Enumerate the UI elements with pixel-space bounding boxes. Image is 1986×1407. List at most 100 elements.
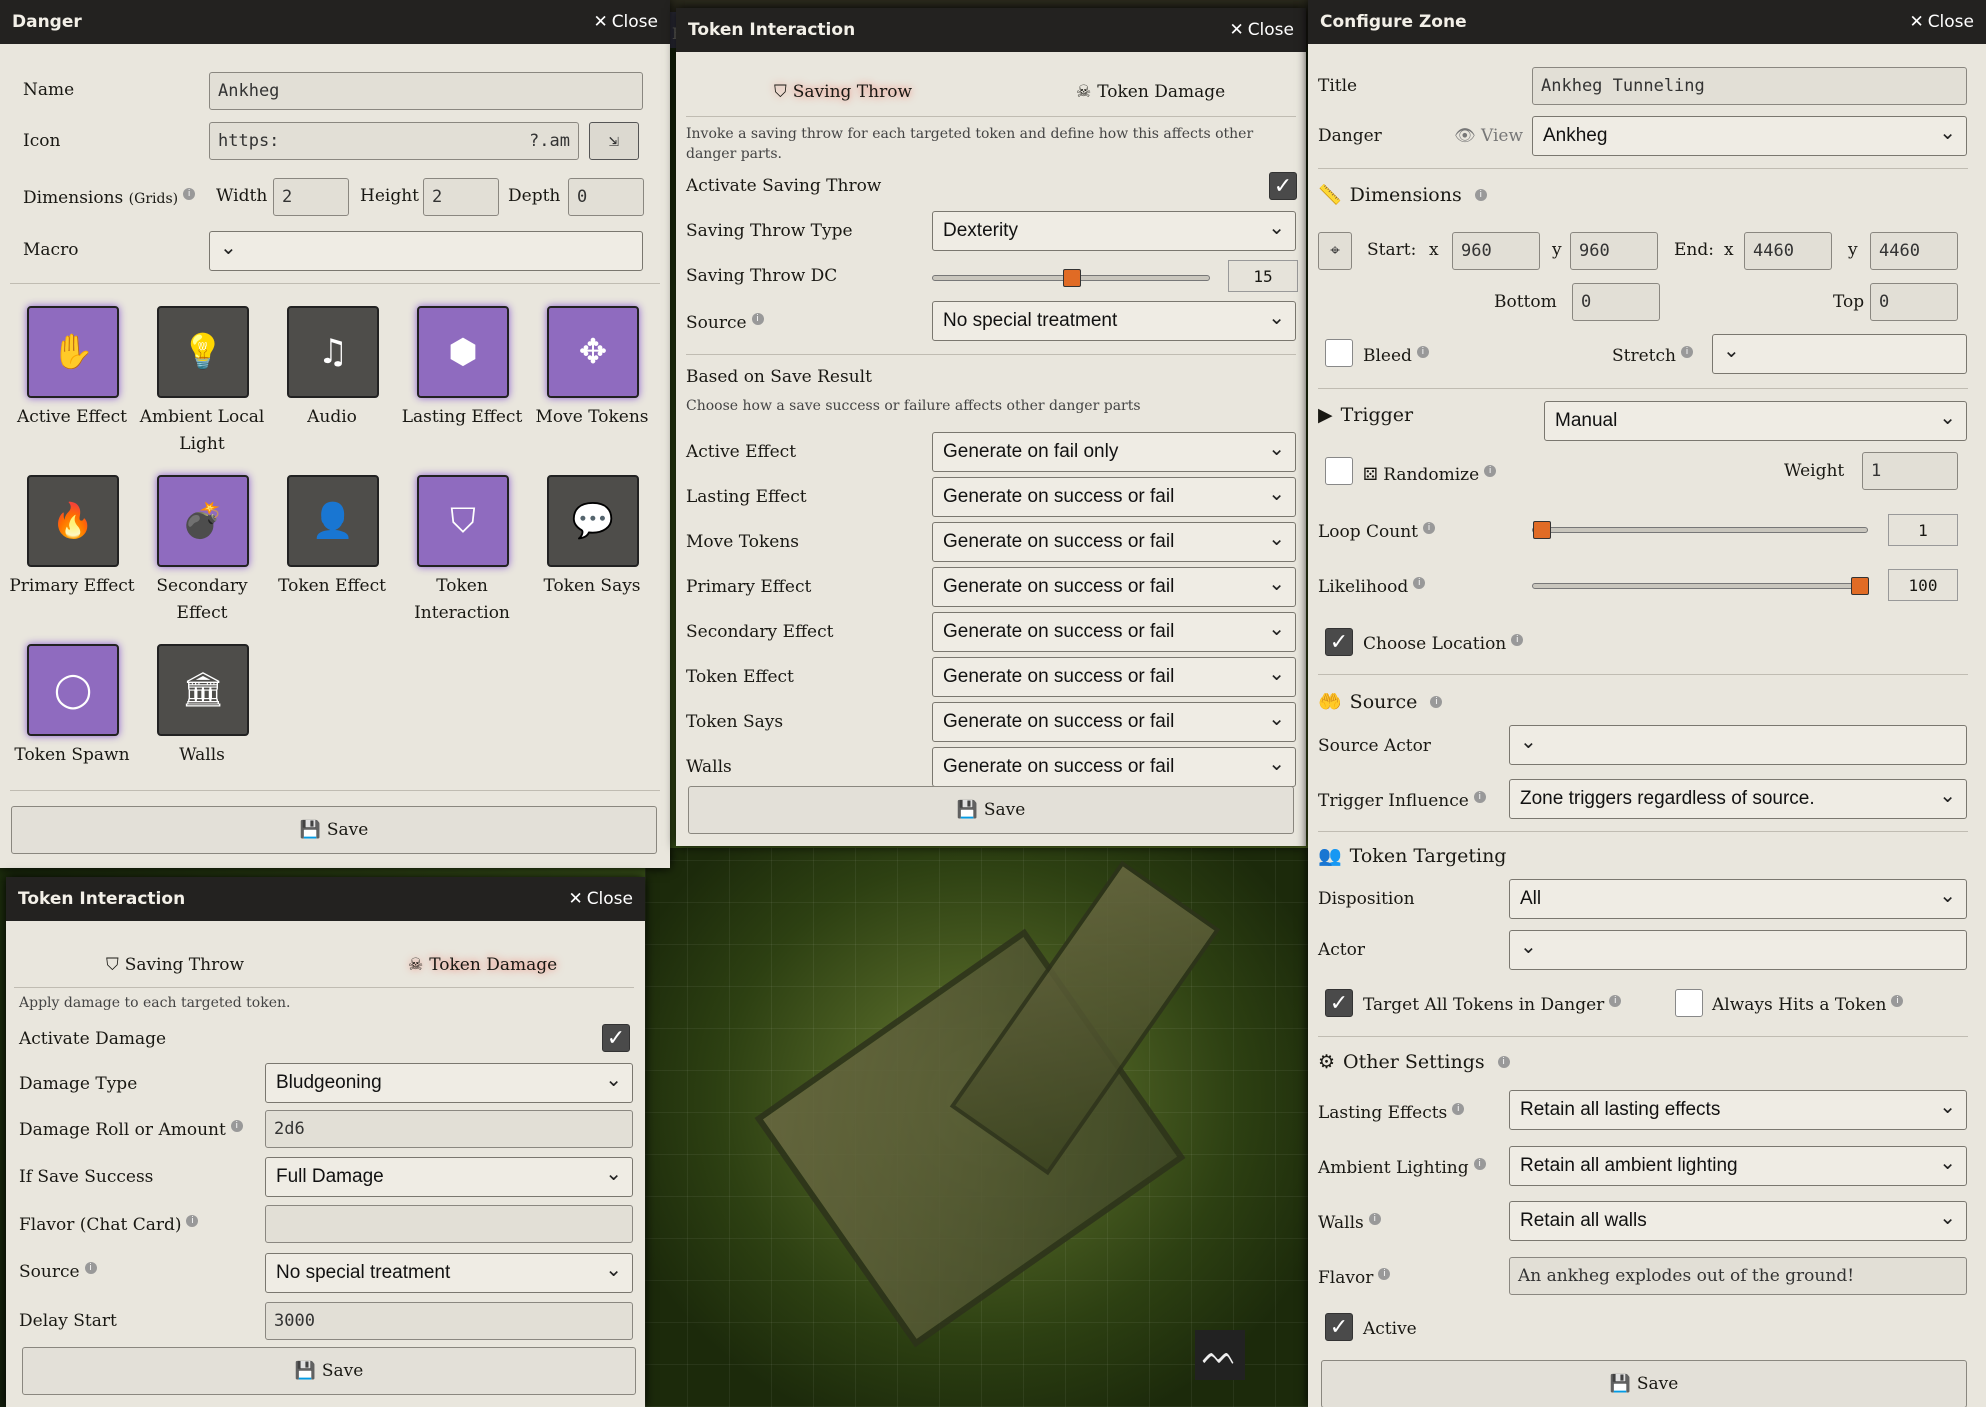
crosshairs-button[interactable]: ⌖: [1318, 232, 1352, 270]
loop-count-value[interactable]: 1: [1888, 514, 1958, 546]
likelihood-value[interactable]: 100: [1888, 569, 1958, 601]
if-save-success-select[interactable]: Full Damage: [265, 1157, 633, 1197]
save-button[interactable]: 💾 Save: [11, 806, 657, 854]
name-input[interactable]: Ankheg: [209, 72, 643, 110]
height-input[interactable]: 2: [423, 178, 499, 216]
slider-handle[interactable]: [1851, 577, 1869, 595]
info-icon: i: [1452, 1103, 1465, 1116]
danger-part-token-says-button[interactable]: 💬: [547, 475, 639, 567]
end-y-input[interactable]: 4460: [1870, 232, 1958, 270]
saving-throw-dc-value[interactable]: 15: [1228, 260, 1298, 292]
delay-start-input[interactable]: 3000: [265, 1302, 633, 1340]
save-button[interactable]: 💾 Save: [1321, 1360, 1967, 1407]
result-active-effect-select[interactable]: Generate on fail only: [932, 432, 1296, 472]
trigger-influence-label: Trigger Influence i: [1318, 791, 1486, 811]
tab-token-damage[interactable]: ☠ Token Damage: [1076, 82, 1225, 102]
damage-roll-input[interactable]: 2d6: [265, 1110, 633, 1148]
save-button[interactable]: 💾 Save: [22, 1347, 636, 1395]
window-header[interactable]: Token Interaction ✕ Close: [676, 8, 1306, 52]
close-button[interactable]: ✕ Close: [1229, 20, 1294, 40]
trigger-influence-select[interactable]: Zone triggers regardless of source.: [1509, 779, 1967, 819]
danger-select[interactable]: Ankheg: [1532, 116, 1967, 156]
danger-part-active-effect-button[interactable]: ✋: [27, 306, 119, 398]
danger-part-token-spawn-button[interactable]: ◯: [27, 644, 119, 736]
source-actor-select[interactable]: [1509, 725, 1967, 765]
macro-select[interactable]: [209, 231, 643, 271]
result-token-says-select[interactable]: Generate on success or fail: [932, 702, 1296, 742]
tab-saving-throw[interactable]: ⛉ Saving Throw: [106, 955, 244, 975]
danger-part-audio-button[interactable]: ♫: [287, 306, 379, 398]
dimensions-unit: (Grids): [128, 191, 179, 207]
result-walls-select[interactable]: Generate on success or fail: [932, 747, 1296, 787]
activate-saving-throw-checkbox[interactable]: ✓: [1269, 172, 1297, 200]
saving-throw-type-select[interactable]: Dexterity: [932, 211, 1296, 251]
target-all-checkbox[interactable]: ✓: [1325, 989, 1353, 1017]
icon-input[interactable]: https: ?.am: [209, 122, 579, 160]
loop-count-slider[interactable]: [1532, 521, 1868, 539]
foundry-logo-icon[interactable]: ᨓ: [1195, 1330, 1245, 1380]
damage-type-select[interactable]: Bludgeoning: [265, 1063, 633, 1103]
hand-sparkle-icon: ✋: [51, 332, 95, 372]
source-select[interactable]: No special treatment: [932, 301, 1296, 341]
source-select[interactable]: No special treatment: [265, 1253, 633, 1293]
choose-location-checkbox[interactable]: ✓: [1325, 628, 1353, 656]
danger-part-secondary-effect-button[interactable]: 💣: [157, 475, 249, 567]
result-secondary-effect-select[interactable]: Generate on success or fail: [932, 612, 1296, 652]
stretch-select[interactable]: [1712, 334, 1967, 374]
source-label: Source i: [686, 313, 764, 333]
always-hits-checkbox[interactable]: [1675, 989, 1703, 1017]
activate-damage-checkbox[interactable]: ✓: [602, 1024, 630, 1052]
close-button[interactable]: ✕ Close: [593, 12, 658, 32]
depth-input[interactable]: 0: [568, 178, 644, 216]
tab-saving-throw[interactable]: ⛉ Saving Throw: [774, 82, 912, 102]
save-button[interactable]: 💾 Save: [688, 786, 1294, 834]
lasting-effects-select[interactable]: Retain all lasting effects: [1509, 1090, 1967, 1130]
danger-part-move-tokens-button[interactable]: ✥: [547, 306, 639, 398]
danger-part-token-interaction-button[interactable]: ⛉: [417, 475, 509, 567]
ambient-lighting-select[interactable]: Retain all ambient lighting: [1509, 1146, 1967, 1186]
flavor-text: Flavor: [1318, 1268, 1374, 1288]
danger-window-header[interactable]: Danger ✕ Close: [0, 0, 670, 44]
danger-part-primary-effect-button[interactable]: 🔥: [27, 475, 119, 567]
danger-part-lasting-effect-button[interactable]: ⬢: [417, 306, 509, 398]
close-button[interactable]: ✕ Close: [568, 889, 633, 909]
likelihood-slider[interactable]: [1532, 577, 1869, 595]
slider-handle[interactable]: [1533, 521, 1551, 539]
result-move-tokens-select[interactable]: Generate on success or fail: [932, 522, 1296, 562]
info-icon: i: [1378, 1268, 1391, 1281]
based-on-save-result-description: Choose how a save success or failure aff…: [686, 398, 1141, 414]
file-picker-button[interactable]: ⇲: [589, 122, 639, 160]
danger-part-token-effect-button[interactable]: 👤: [287, 475, 379, 567]
saving-throw-dc-slider[interactable]: [932, 269, 1210, 287]
danger-part-walls-button[interactable]: 🏛: [157, 644, 249, 736]
result-token-effect-select[interactable]: Generate on success or fail: [932, 657, 1296, 697]
danger-part-ambient-local-light-button[interactable]: 💡: [157, 306, 249, 398]
top-input[interactable]: 0: [1870, 283, 1958, 321]
end-x-input[interactable]: 4460: [1744, 232, 1832, 270]
result-primary-effect-select[interactable]: Generate on success or fail: [932, 567, 1296, 607]
weight-input[interactable]: 1: [1862, 452, 1958, 490]
result-lasting-effect-select[interactable]: Generate on success or fail: [932, 477, 1296, 517]
actor-select[interactable]: [1509, 930, 1967, 970]
tab-token-damage[interactable]: ☠ Token Damage: [408, 955, 557, 975]
info-icon: i: [1474, 188, 1487, 201]
active-checkbox[interactable]: ✓: [1325, 1313, 1353, 1341]
close-button[interactable]: ✕ Close: [1909, 12, 1974, 32]
bleed-checkbox[interactable]: [1325, 339, 1353, 367]
view-danger-link[interactable]: 👁 View: [1454, 126, 1523, 146]
randomize-checkbox[interactable]: [1325, 457, 1353, 485]
walls-select[interactable]: Retain all walls: [1509, 1201, 1967, 1241]
width-input[interactable]: 2: [273, 178, 349, 216]
tab-label: Saving Throw: [792, 82, 913, 102]
trigger-select[interactable]: Manual: [1544, 401, 1967, 441]
disposition-select[interactable]: All: [1509, 879, 1967, 919]
bottom-input[interactable]: 0: [1572, 283, 1660, 321]
slider-handle[interactable]: [1063, 269, 1081, 287]
flavor-input[interactable]: [265, 1205, 633, 1243]
start-x-input[interactable]: 960: [1452, 232, 1540, 270]
window-header[interactable]: Configure Zone ✕ Close: [1308, 0, 1986, 44]
flavor-input[interactable]: An ankheg explodes out of the ground!: [1509, 1257, 1967, 1295]
title-input[interactable]: Ankheg Tunneling: [1532, 67, 1967, 105]
window-header[interactable]: Token Interaction ✕ Close: [6, 877, 645, 921]
start-y-input[interactable]: 960: [1570, 232, 1658, 270]
